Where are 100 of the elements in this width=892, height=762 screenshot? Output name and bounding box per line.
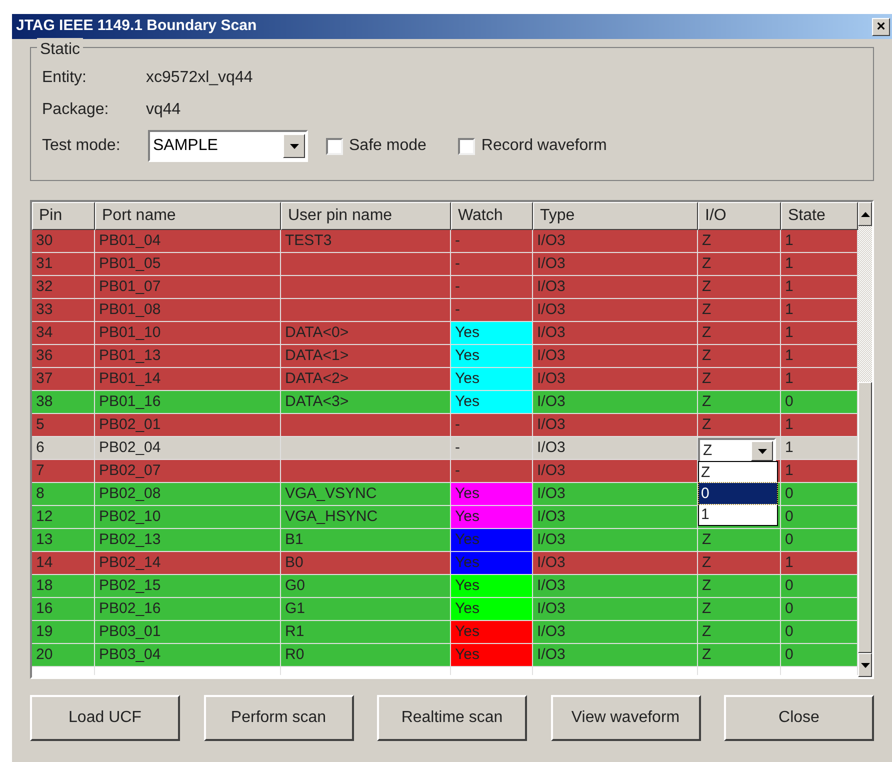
table-cell: 37	[32, 368, 95, 390]
table-cell: 12	[32, 506, 95, 528]
dropdown-option[interactable]: 1	[699, 504, 777, 525]
column-header[interactable]: Type	[533, 202, 698, 230]
column-header[interactable]: Pin	[32, 202, 95, 230]
caret-icon	[758, 448, 766, 454]
table-cell: 7	[32, 460, 95, 482]
table-cell: PB01_16	[95, 391, 281, 413]
table-cell: Z	[698, 575, 781, 597]
table-cell: PB02_07	[95, 460, 281, 482]
table-row[interactable]: 37 PB01_14 DATA<2> Yes I/O3 Z 1	[32, 368, 858, 391]
checkbox[interactable]	[458, 138, 476, 154]
table-cell: PB01_14	[95, 368, 281, 390]
table-row[interactable]: 13 PB02_13 B1 Yes I/O3 Z 0	[32, 529, 858, 552]
table-row[interactable]: 34 PB01_10 DATA<0> Yes I/O3 Z 1	[32, 322, 858, 345]
column-header[interactable]: State	[781, 202, 858, 230]
table-cell: I/O3	[533, 644, 698, 666]
table-cell: PB01_04	[95, 230, 281, 252]
test-mode-label: Test mode:	[42, 136, 122, 156]
table-cell: 5	[32, 414, 95, 436]
table-cell: PB01_07	[95, 276, 281, 298]
table-cell: I/O3	[533, 506, 698, 528]
dialog-button[interactable]: Realtime scan	[377, 695, 527, 741]
entity-label: Entity:	[42, 68, 88, 88]
table-cell: I/O3	[533, 322, 698, 344]
scroll-down-button[interactable]	[858, 653, 872, 677]
table-cell: I/O3	[533, 230, 698, 252]
table-cell: I/O3	[533, 276, 698, 298]
table-cell: -	[451, 299, 533, 321]
table-cell: Z	[698, 621, 781, 643]
dialog-button[interactable]: View waveform	[550, 695, 700, 741]
table-cell: 8	[32, 483, 95, 505]
table-cell: PB02_08	[95, 483, 281, 505]
table-cell: PB01_13	[95, 345, 281, 367]
table-cell: 16	[32, 598, 95, 620]
watch-cell: Yes	[451, 644, 533, 666]
table-cell: PB02_16	[95, 598, 281, 620]
table-row[interactable]: 20 PB03_04 R0 Yes I/O3 Z 0	[32, 644, 858, 667]
table-cell: Z	[698, 253, 781, 275]
dropdown-option[interactable]: Z	[699, 462, 777, 483]
watch-cell: Yes	[451, 598, 533, 620]
table-cell: PB02_10	[95, 506, 281, 528]
checkbox[interactable]	[326, 138, 343, 154]
table-cell: Z	[698, 368, 781, 390]
dialog-button[interactable]: Perform scan	[204, 695, 354, 741]
table-cell: -	[451, 253, 533, 275]
column-header[interactable]: Port name	[95, 202, 281, 230]
table-cell: PB01_08	[95, 299, 281, 321]
table-cell: I/O3	[533, 414, 698, 436]
close-button[interactable]: ×	[872, 18, 890, 36]
scroll-up-button[interactable]	[858, 202, 872, 226]
table-cell: I/O3	[533, 345, 698, 367]
table-cell: 18	[32, 575, 95, 597]
table-cell: PB03_01	[95, 621, 281, 643]
table-cell: Z	[698, 552, 781, 574]
table-cell: 6	[32, 437, 95, 459]
table-cell: 20	[32, 644, 95, 666]
scroll-thumb[interactable]	[858, 382, 872, 653]
table-row[interactable]: 19 PB03_01 R1 Yes I/O3 Z 0	[32, 621, 858, 644]
table-cell: I/O3	[533, 483, 698, 505]
table-cell: I/O3	[533, 598, 698, 620]
table-cell: -	[451, 460, 533, 482]
column-header[interactable]: User pin name	[281, 202, 451, 230]
column-header[interactable]: Watch	[451, 202, 533, 230]
table-cell: Z	[698, 299, 781, 321]
dialog-button[interactable]: Close	[724, 695, 874, 741]
table-cell: -	[451, 437, 533, 459]
watch-cell: Yes	[451, 368, 533, 390]
table-row[interactable]: 38 PB01_16 DATA<3> Yes I/O3 Z 0	[32, 391, 858, 414]
test-mode-dropdown[interactable]: SAMPLE	[148, 130, 308, 162]
window-title: JTAG IEEE 1149.1 Boundary Scan	[16, 16, 257, 36]
table-cell: 30	[32, 230, 95, 252]
table-row[interactable]: 36 PB01_13 DATA<1> Yes I/O3 Z 1	[32, 345, 858, 368]
column-header[interactable]: I/O	[698, 202, 781, 230]
package-label: Package:	[42, 100, 110, 120]
table-cell: Z	[698, 230, 781, 252]
entity-value: xc9572xl_vq44	[146, 68, 253, 88]
table-cell: 32	[32, 276, 95, 298]
table-row[interactable]: 16 PB02_16 G1 Yes I/O3 Z 0	[32, 598, 858, 621]
table-cell: 19	[32, 621, 95, 643]
table-cell: -	[451, 276, 533, 298]
table-cell: PB02_04	[95, 437, 281, 459]
dialog-button[interactable]: Load UCF	[30, 695, 180, 741]
dropdown-option[interactable]: 0	[699, 483, 777, 504]
checkbox-label: Safe mode	[349, 136, 426, 156]
table-cell: Z	[698, 322, 781, 344]
table-row[interactable]: 18 PB02_15 G0 Yes I/O3 Z 0	[32, 575, 858, 598]
table-cell: I/O3	[533, 529, 698, 551]
package-value: vq44	[146, 100, 181, 120]
caret-icon	[290, 144, 298, 148]
table-cell: Z	[698, 644, 781, 666]
table-cell: I/O3	[533, 552, 698, 574]
watch-cell: Yes	[451, 345, 533, 367]
table-cell: PB02_14	[95, 552, 281, 574]
table-cell: I/O3	[533, 299, 698, 321]
watch-cell: Yes	[451, 552, 533, 574]
table-cell: Z	[698, 276, 781, 298]
table-cell: 14	[32, 552, 95, 574]
table-cell: -	[451, 414, 533, 436]
scrollbar[interactable]	[858, 202, 872, 677]
